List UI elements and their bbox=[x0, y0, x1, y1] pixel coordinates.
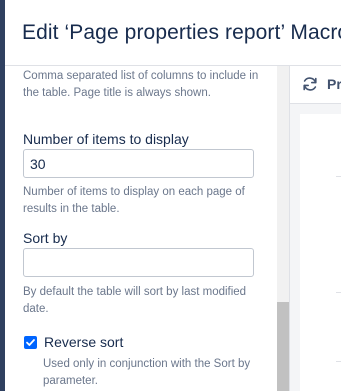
preview-toolbar: Pr bbox=[290, 66, 341, 104]
preview-panel: Pr bbox=[290, 66, 341, 391]
items-to-display-help-text: Number of items to display on each page … bbox=[23, 186, 245, 215]
macro-parameters-panel: Comma separated list of columns to inclu… bbox=[5, 66, 289, 391]
sort-by-label: Sort by bbox=[23, 230, 68, 246]
macro-dialog: Edit ‘Page properties report’ Macro Comm… bbox=[5, 0, 341, 391]
dialog-header: Edit ‘Page properties report’ Macro bbox=[5, 0, 341, 66]
reverse-sort-checkbox[interactable] bbox=[24, 336, 37, 349]
preview-rule bbox=[336, 176, 341, 177]
columns-help-text: Comma separated list of columns to inclu… bbox=[23, 70, 259, 99]
reverse-sort-help-text: Used only in conjunction with the Sort b… bbox=[43, 358, 251, 387]
dialog-title: Edit ‘Page properties report’ Macro bbox=[22, 21, 341, 44]
checkmark-icon bbox=[26, 339, 35, 346]
items-to-display-label: Number of items to display bbox=[23, 131, 189, 147]
preview-rule bbox=[336, 361, 341, 362]
parameters-scrollbar-thumb[interactable] bbox=[277, 302, 289, 391]
sort-by-help-text: By default the table will sort by last m… bbox=[23, 286, 247, 315]
reverse-sort-label[interactable]: Reverse sort bbox=[44, 334, 123, 350]
items-to-display-input[interactable] bbox=[23, 149, 254, 178]
preview-rule bbox=[336, 292, 341, 293]
preview-canvas bbox=[300, 114, 341, 391]
screen: Edit ‘Page properties report’ Macro Comm… bbox=[0, 0, 341, 391]
refresh-icon[interactable] bbox=[301, 75, 319, 93]
preview-label: Pr bbox=[327, 76, 341, 92]
sort-by-input[interactable] bbox=[23, 248, 254, 277]
